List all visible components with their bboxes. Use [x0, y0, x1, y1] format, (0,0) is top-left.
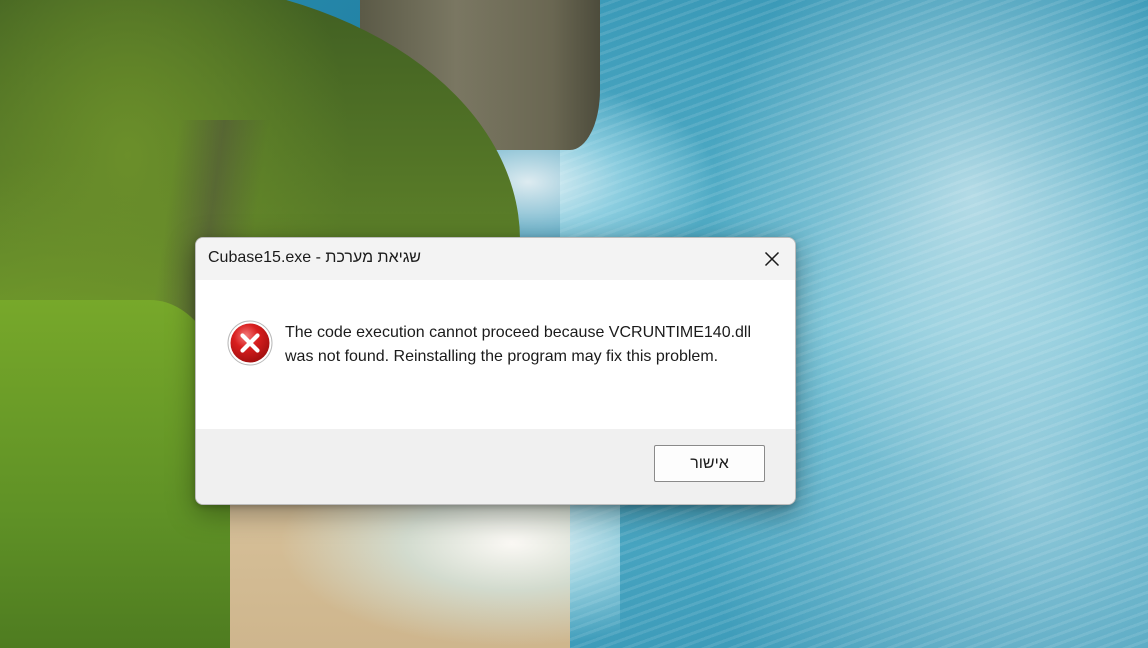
error-message: The code execution cannot proceed becaus… — [285, 324, 752, 365]
wallpaper-beach-foam — [260, 495, 620, 648]
desktop-wallpaper: Cubase15.exe - שגיאת מערכת The code exec… — [0, 0, 1148, 648]
error-icon — [227, 320, 273, 366]
error-dialog: Cubase15.exe - שגיאת מערכת The code exec… — [195, 237, 796, 505]
dialog-content: The code execution cannot proceed becaus… — [196, 280, 795, 429]
ok-button[interactable]: אישור — [654, 445, 765, 482]
dialog-titlebar[interactable]: Cubase15.exe - שגיאת מערכת — [196, 238, 795, 280]
close-button[interactable] — [749, 238, 795, 280]
dialog-title: Cubase15.exe - שגיאת מערכת — [208, 249, 421, 266]
dialog-footer: אישור — [196, 429, 795, 504]
close-icon — [764, 251, 780, 267]
